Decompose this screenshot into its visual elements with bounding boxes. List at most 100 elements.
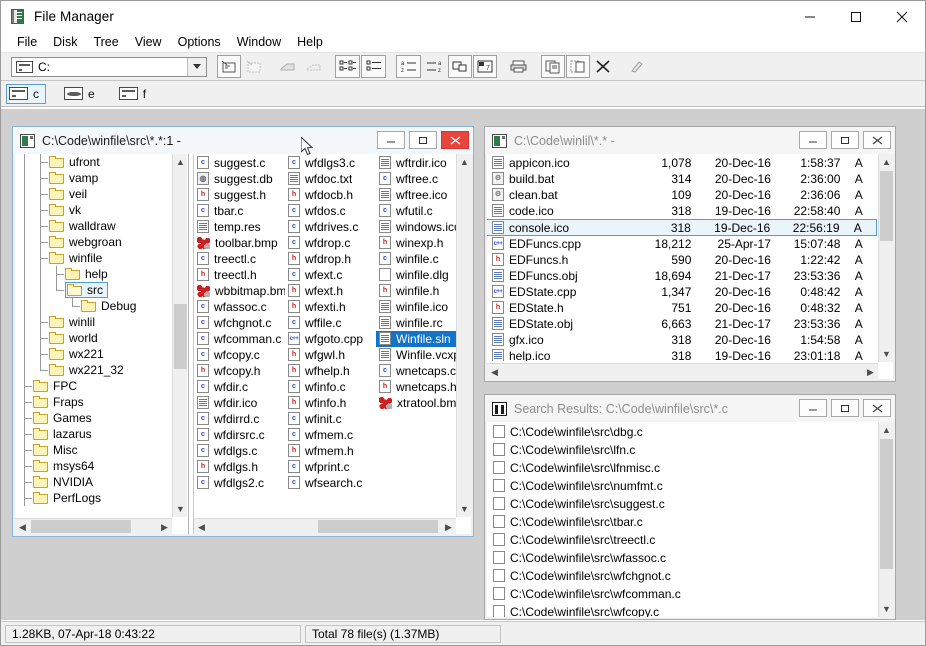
close-icon[interactable] xyxy=(879,1,925,32)
table-row-selected[interactable]: console.ico 318 19-Dec-16 22:56:19 A xyxy=(487,219,877,236)
file-item[interactable]: c++ wfgoto.cpp xyxy=(285,331,376,347)
drive-tab-e[interactable]: e xyxy=(62,84,101,104)
table-row[interactable]: EDFuncs.obj 18,694 21-Dec-17 23:53:36 A xyxy=(487,268,877,284)
tree-item-nvidia[interactable]: NVIDIA xyxy=(15,474,171,490)
list-item[interactable]: C:\Code\winfile\src\wfchgnot.c xyxy=(487,567,877,585)
table-row[interactable]: ⚙ clean.bat 109 20-Dec-16 2:36:06 A xyxy=(487,187,877,203)
file-item[interactable]: c wfext.c xyxy=(285,267,376,283)
list-item[interactable]: C:\Code\winfile\src\lfn.c xyxy=(487,441,877,459)
file-item[interactable]: h wfexti.h xyxy=(285,299,376,315)
file-item[interactable]: c wfmem.c xyxy=(285,427,376,443)
directory-tree-pane[interactable]: ufront vamp veil vk walldraw webgroan wi… xyxy=(15,154,188,534)
list-item[interactable]: C:\Code\winfile\src\wfassoc.c xyxy=(487,549,877,567)
scroll-left-icon[interactable]: ◀ xyxy=(15,519,30,534)
search-results-list[interactable]: C:\Code\winfile\src\dbg.c C:\Code\winfil… xyxy=(487,422,893,617)
scroll-right-icon[interactable]: ▶ xyxy=(863,364,878,379)
tree-item-lazarus[interactable]: lazarus xyxy=(15,426,171,442)
file-item[interactable]: c tbar.c xyxy=(194,203,285,219)
stop-sharing-icon[interactable] xyxy=(301,55,325,78)
tree-item-debug[interactable]: Debug xyxy=(15,298,171,314)
file-item[interactable]: h wfdocb.h xyxy=(285,187,376,203)
file-list-horizontal-scrollbar[interactable]: ◀ ▶ xyxy=(194,518,456,534)
tree-item-ufront[interactable]: ufront xyxy=(15,154,171,170)
file-item[interactable]: h suggest.h xyxy=(194,187,285,203)
connect-network-drive-icon[interactable] xyxy=(217,55,241,78)
scrollbar-thumb[interactable] xyxy=(31,520,131,533)
list-item[interactable]: C:\Code\winfile\src\tbar.c xyxy=(487,513,877,531)
view-all-details-icon[interactable] xyxy=(335,55,360,78)
file-item[interactable]: c wfprint.c xyxy=(285,459,376,475)
tree-vertical-scrollbar[interactable]: ▲ ▼ xyxy=(172,154,187,517)
list-item[interactable]: C:\Code\winfile\src\treectl.c xyxy=(487,531,877,549)
list-item[interactable]: C:\Code\winfile\src\lfnmisc.c xyxy=(487,459,877,477)
menu-view[interactable]: View xyxy=(128,33,171,52)
search-vertical-scrollbar[interactable]: ▲ ▼ xyxy=(878,422,893,617)
drive-select[interactable]: C: xyxy=(11,56,207,77)
print-icon[interactable] xyxy=(507,55,531,78)
table-row[interactable]: help.ico 318 19-Dec-16 23:01:18 A xyxy=(487,348,877,361)
scroll-down-icon[interactable]: ▼ xyxy=(173,501,187,517)
scrollbar-thumb[interactable] xyxy=(174,304,187,369)
file-item[interactable]: c wfcomman.c xyxy=(194,331,285,347)
sort-by-size-icon[interactable] xyxy=(448,55,472,78)
minimize-icon[interactable] xyxy=(787,1,833,32)
delete-icon[interactable] xyxy=(591,55,615,78)
file-item[interactable]: h wfcopy.h xyxy=(194,363,285,379)
minimize-icon[interactable] xyxy=(799,131,827,149)
file-item[interactable]: c wfdrives.c xyxy=(285,219,376,235)
view-name-only-icon[interactable] xyxy=(361,55,386,78)
menu-window[interactable]: Window xyxy=(230,33,290,52)
file-item[interactable]: c wfdrop.c xyxy=(285,235,376,251)
file-item[interactable]: c treectl.c xyxy=(194,251,285,267)
scroll-left-icon[interactable]: ◀ xyxy=(487,364,502,379)
chevron-down-icon[interactable] xyxy=(187,57,206,76)
scroll-down-icon[interactable]: ▼ xyxy=(457,501,471,517)
tree-item-winlil[interactable]: winlil xyxy=(15,314,171,330)
menu-options[interactable]: Options xyxy=(171,33,230,52)
list-item[interactable]: C:\Code\winfile\src\dbg.c xyxy=(487,423,877,441)
file-item[interactable]: c wfinit.c xyxy=(285,411,376,427)
file-item[interactable]: c wffile.c xyxy=(285,315,376,331)
tree-item-fpc[interactable]: FPC xyxy=(15,378,171,394)
close-icon[interactable] xyxy=(441,131,469,149)
close-icon[interactable] xyxy=(863,131,891,149)
scroll-up-icon[interactable]: ▲ xyxy=(879,154,893,170)
scroll-left-icon[interactable]: ◀ xyxy=(194,519,209,534)
scroll-up-icon[interactable]: ▲ xyxy=(173,154,187,170)
tree-item-world[interactable]: world xyxy=(15,330,171,346)
file-item[interactable]: wbbitmap.bmp xyxy=(194,283,285,299)
tree-horizontal-scrollbar[interactable]: ◀ ▶ xyxy=(15,518,172,534)
scroll-down-icon[interactable]: ▼ xyxy=(879,346,893,362)
scroll-right-icon[interactable]: ▶ xyxy=(441,519,456,534)
file-item[interactable]: c wfinfo.c xyxy=(285,379,376,395)
share-as-icon[interactable] xyxy=(276,55,300,78)
file-item[interactable]: c wfdlgs.c xyxy=(194,443,285,459)
file-item[interactable]: c suggest.c xyxy=(194,155,285,171)
scroll-up-icon[interactable]: ▲ xyxy=(879,422,893,438)
table-row[interactable]: c++ EDFuncs.cpp 18,212 25-Apr-17 15:07:48 A xyxy=(487,236,877,252)
scroll-up-icon[interactable]: ▲ xyxy=(457,154,471,170)
tree-item-wx221[interactable]: wx221 xyxy=(15,346,171,362)
drive-tab-f[interactable]: f xyxy=(117,84,152,104)
scrollbar-thumb[interactable] xyxy=(880,439,893,569)
file-item[interactable]: h wfmem.h xyxy=(285,443,376,459)
file-item[interactable]: toolbar.bmp xyxy=(194,235,285,251)
file-item[interactable]: c wfdir.c xyxy=(194,379,285,395)
list-item[interactable]: C:\Code\winfile\src\suggest.c xyxy=(487,495,877,513)
sort-by-date-icon[interactable]: 7 xyxy=(473,55,497,78)
file-item[interactable]: wfdir.ico xyxy=(194,395,285,411)
menu-tree[interactable]: Tree xyxy=(86,33,127,52)
file-detail-list[interactable]: appicon.ico 1,078 20-Dec-16 1:58:37 A ⚙ build… xyxy=(487,154,893,379)
sort-by-name-icon[interactable]: a z xyxy=(396,55,421,78)
file-item[interactable]: c wfdirrd.c xyxy=(194,411,285,427)
minimize-icon[interactable] xyxy=(799,399,827,417)
scrollbar-thumb[interactable] xyxy=(880,171,893,241)
maximize-icon[interactable] xyxy=(831,399,859,417)
file-item[interactable]: wfdoc.txt xyxy=(285,171,376,187)
file-item[interactable]: c wfdirsrc.c xyxy=(194,427,285,443)
table-row[interactable]: h EDState.h 751 20-Dec-16 0:48:32 A xyxy=(487,300,877,316)
file-item[interactable]: h treectl.h xyxy=(194,267,285,283)
file-item[interactable]: ◍ suggest.db xyxy=(194,171,285,187)
table-row[interactable]: gfx.ico 318 20-Dec-16 1:54:58 A xyxy=(487,332,877,348)
child-titlebar[interactable]: Search Results: C:\Code\winfile\src\*.c xyxy=(485,395,895,422)
